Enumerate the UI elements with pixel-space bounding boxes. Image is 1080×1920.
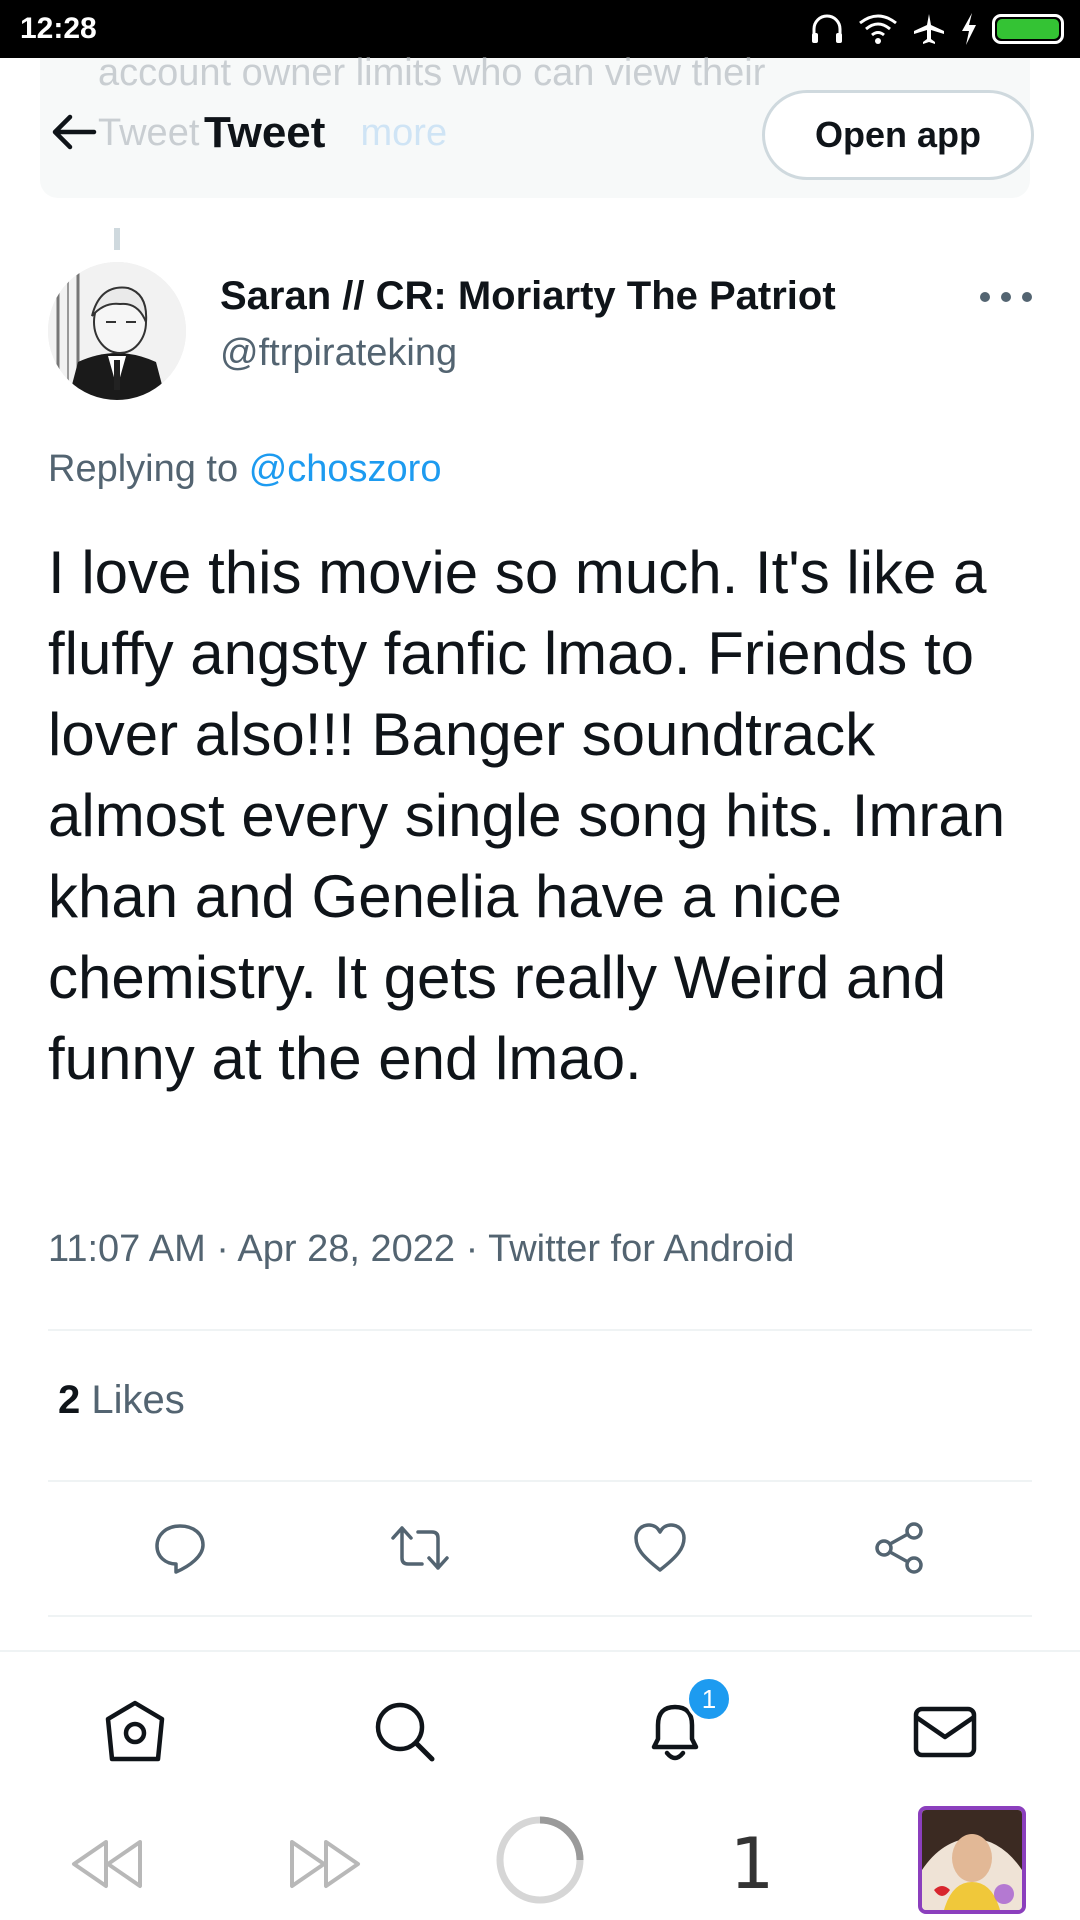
divider [48,1480,1032,1482]
wifi-icon [859,14,897,44]
back-button[interactable] [46,104,102,160]
replying-to-label: Replying to [48,448,239,490]
retweet-icon [391,1526,449,1570]
bottom-navigation: 1 [0,1650,1080,1800]
airplane-icon [914,14,944,44]
author-name[interactable]: Saran // CR: Moriarty The Patriot [220,274,836,319]
status-time: 12:28 [20,12,97,45]
nav-home[interactable] [95,1692,175,1772]
battery-icon [992,14,1064,44]
share-icon [875,1522,923,1574]
likes-count: 2 [58,1378,81,1422]
tweet-timestamp[interactable]: 11:07 AM · Apr 28, 2022 · Twitter for An… [48,1228,794,1271]
mail-icon [913,1706,977,1758]
avatar-image [48,262,186,400]
avatar[interactable] [48,262,186,400]
background-notice-line: account owner limits who can view their [98,52,766,94]
tweet-actions [48,1512,1032,1584]
tab-count-button[interactable]: 1 [712,1823,792,1905]
notification-badge: 1 [686,1676,732,1722]
share-button[interactable] [864,1512,936,1584]
more-icon [980,292,990,302]
likes-label: Likes [91,1378,185,1422]
browser-back-button[interactable] [66,1824,148,1904]
forward-icon [290,1840,360,1888]
charging-icon [962,13,976,45]
tweet-text: I love this movie so much. It's like a f… [48,539,1006,1092]
divider [48,1329,1032,1331]
replying-to-mention-link[interactable]: @choszoro [249,448,442,490]
browser-forward-button[interactable] [284,1824,366,1904]
more-options-button[interactable] [980,282,1032,312]
back-arrow-icon [52,114,97,150]
status-icons [810,8,1064,50]
profile-thumbnail-image [922,1810,1022,1910]
open-app-button[interactable]: Open app [762,90,1034,180]
tab-count: 1 [729,1823,775,1905]
author-handle[interactable]: @ftrpirateking [220,332,457,375]
status-bar: 12:28 [0,0,1080,58]
retweet-button[interactable] [384,1512,456,1584]
reply-button[interactable] [144,1512,216,1584]
replying-to: Replying to @choszoro [48,448,441,491]
profile-thumbnail[interactable] [918,1806,1026,1914]
background-notice-link: more [360,112,448,154]
like-icon [634,1523,686,1572]
likes-count-link[interactable]: 2 Likes [58,1378,185,1423]
nav-search[interactable] [365,1692,445,1772]
divider [48,1615,1032,1617]
thread-connector [114,228,120,250]
browser-reload-button[interactable] [494,1814,586,1906]
reply-icon [155,1524,205,1574]
browser-toolbar: 1 [0,1800,1080,1920]
rewind-icon [72,1840,142,1888]
home-icon [105,1700,165,1762]
nav-messages[interactable] [905,1692,985,1772]
like-button[interactable] [624,1512,696,1584]
background-notice-text: Tweet [98,112,200,154]
loading-icon [496,1816,584,1904]
page-title: Tweet [204,108,326,157]
search-icon [375,1702,435,1762]
headphones-icon [812,14,842,43]
